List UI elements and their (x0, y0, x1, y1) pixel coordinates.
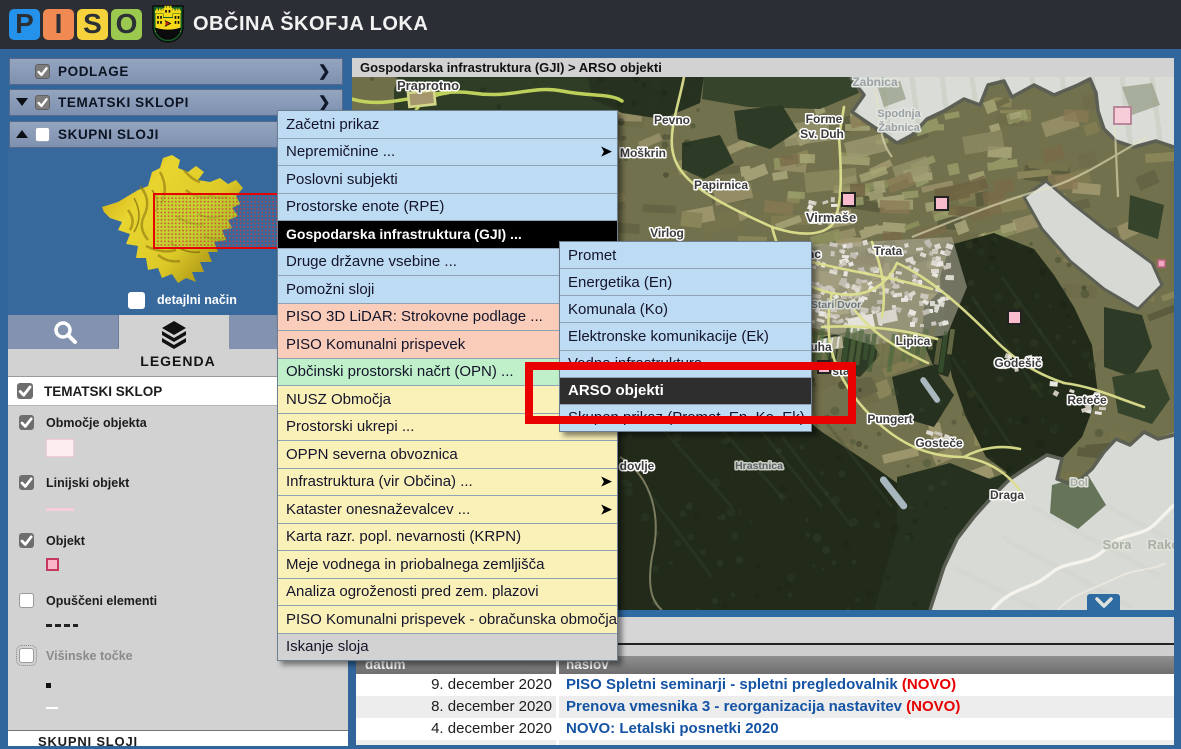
svg-text:Sv. Duh: Sv. Duh (800, 127, 844, 141)
svg-text:Stari Dvor: Stari Dvor (811, 299, 861, 311)
svg-text:Trata: Trata (874, 244, 903, 258)
svg-text:Pungert: Pungert (867, 412, 912, 426)
svg-text:Hrastnica: Hrastnica (735, 460, 783, 472)
svg-text:Papirnica: Papirnica (694, 178, 748, 192)
svg-text:Draga: Draga (990, 488, 1024, 502)
svg-text:Rakov: Rakov (1147, 537, 1174, 552)
svg-text:Žabnica: Žabnica (852, 77, 898, 89)
svg-text:Žabnica: Žabnica (878, 121, 920, 134)
svg-text:Virlog: Virlog (650, 226, 684, 240)
svg-text:Forme: Forme (806, 112, 843, 126)
svg-text:Virmaše: Virmaše (806, 210, 856, 225)
svg-text:Pevno: Pevno (654, 113, 690, 127)
svg-text:Gosteče: Gosteče (915, 436, 963, 450)
svg-text:Lipica: Lipica (896, 334, 931, 348)
svg-text:uha: uha (810, 340, 832, 354)
svg-text:dovlje: dovlje (620, 459, 655, 473)
svg-text:Dol: Dol (1070, 477, 1088, 489)
svg-text:Reteče: Reteče (1067, 393, 1107, 407)
svg-text:Praprotno: Praprotno (397, 78, 459, 93)
svg-text:Sora: Sora (1103, 537, 1133, 552)
svg-text:Spodnja: Spodnja (877, 108, 921, 120)
svg-text:Moškrin: Moškrin (620, 146, 666, 160)
svg-text:Godešič: Godešič (994, 356, 1042, 370)
